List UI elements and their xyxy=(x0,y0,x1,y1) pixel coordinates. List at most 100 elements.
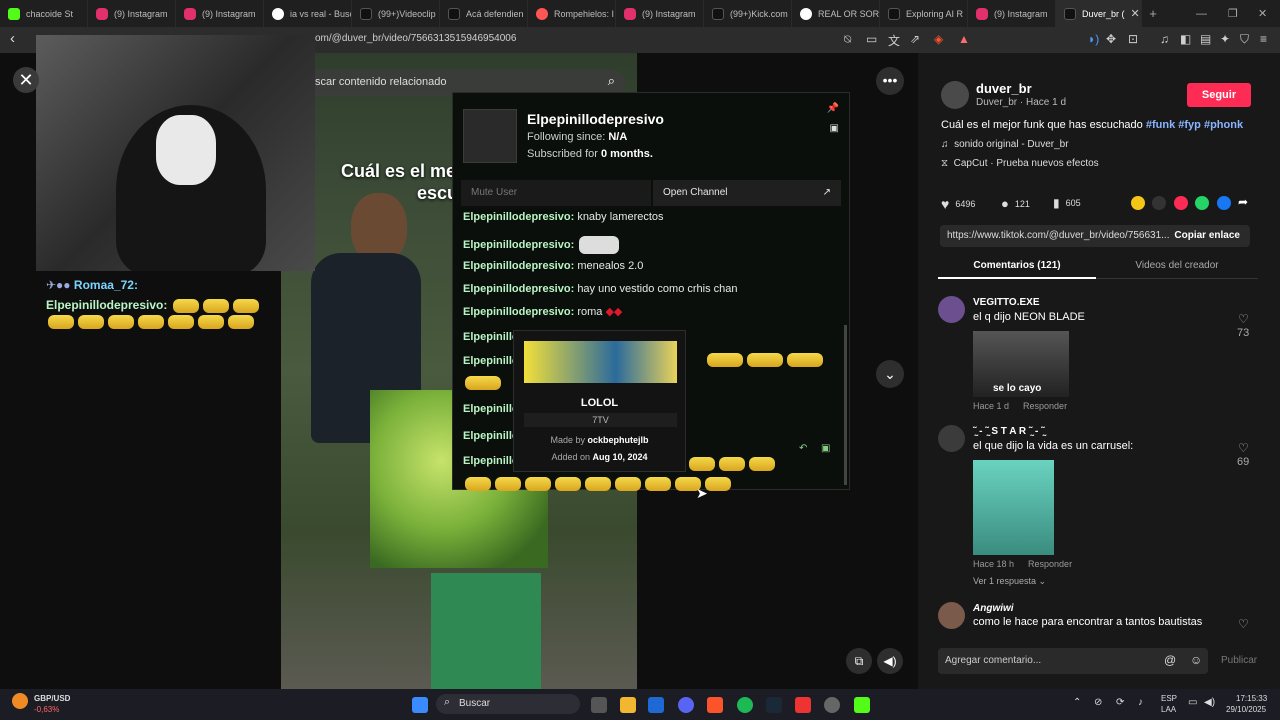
sync-icon[interactable]: ⟳ xyxy=(1116,697,1124,708)
pip-icon[interactable]: ⧉ xyxy=(846,648,872,674)
avatar[interactable] xyxy=(941,81,969,109)
avatar[interactable] xyxy=(938,296,965,323)
back-icon[interactable]: ‹ xyxy=(10,30,15,47)
app-icon[interactable] xyxy=(795,697,811,713)
comment-image[interactable] xyxy=(973,460,1054,555)
mention-icon[interactable]: @ xyxy=(1164,653,1176,667)
tab-creator-videos[interactable]: Videos del creador xyxy=(1098,260,1256,271)
comment-author[interactable]: ˜̰ - ˜̰ S T A R ˜̰ - ˜̰ xyxy=(973,426,1044,437)
copy-link-button[interactable]: Copiar enlace xyxy=(1174,230,1240,241)
tab-10[interactable]: Exploring AI R xyxy=(880,0,968,27)
creator-username[interactable]: duver_br xyxy=(976,81,1032,96)
more-icon[interactable]: ••• xyxy=(876,67,904,95)
popup-username[interactable]: Elpepinillodepresivo xyxy=(527,111,664,127)
mic-icon[interactable]: ♪ xyxy=(1138,697,1143,708)
extensions-icon[interactable]: ✥ xyxy=(1106,32,1116,46)
mute-user-button[interactable]: Mute User xyxy=(461,180,651,206)
tab-2[interactable]: (9) Instagram xyxy=(176,0,264,27)
brave-rewards-icon[interactable]: ▲ xyxy=(958,32,970,46)
chat-user-pepinillo[interactable]: Elpepinillodepresivo: xyxy=(46,298,167,312)
menu-icon[interactable]: ≡ xyxy=(1260,32,1267,46)
discord-icon[interactable] xyxy=(678,697,694,713)
video-link[interactable]: https://www.tiktok.com/@duver_br/video/7… xyxy=(947,230,1173,241)
tab-1[interactable]: (9) Instagram xyxy=(88,0,176,27)
bing-icon[interactable] xyxy=(648,697,664,713)
share-arrow-icon[interactable]: ➦ xyxy=(1238,195,1248,209)
close-window-icon[interactable]: ✕ xyxy=(1258,0,1267,27)
network-icon[interactable]: ⊘ xyxy=(1094,697,1102,708)
url-field[interactable]: om/@duver_br/video/7566313515946954006 xyxy=(315,33,516,44)
pin-icon[interactable]: 📌 xyxy=(827,103,839,114)
tab-8[interactable]: (99+)Kick.com xyxy=(704,0,792,27)
reader-icon[interactable]: ⍉ xyxy=(844,32,851,47)
cast-icon[interactable]: ▭ xyxy=(866,32,877,46)
comment-input[interactable]: Agregar comentario... @ ☺ xyxy=(938,648,1208,674)
view-replies[interactable]: Ver 1 respuesta ⌄ xyxy=(973,576,1046,587)
kick-icon[interactable] xyxy=(854,697,870,713)
avatar[interactable] xyxy=(938,602,965,629)
like-stat[interactable]: ♥ 6496 xyxy=(941,196,975,212)
volume-icon[interactable]: ◀) xyxy=(877,648,903,674)
tab-3[interactable]: ia vs real - Busc xyxy=(264,0,352,27)
leo-ai-icon[interactable]: ✦ xyxy=(1220,32,1230,46)
obs-icon[interactable] xyxy=(824,697,840,713)
translate-icon[interactable]: 文 xyxy=(888,32,900,49)
media-icon[interactable]: ♫ xyxy=(1160,32,1169,46)
search-icon[interactable]: ⌕ xyxy=(608,73,615,89)
embed-icon[interactable] xyxy=(1152,196,1166,210)
emoji-icon[interactable]: ☺ xyxy=(1190,653,1202,667)
follow-button[interactable]: Seguir xyxy=(1187,83,1251,107)
tab-5[interactable]: Acá defendien xyxy=(440,0,528,27)
tab-0[interactable]: chacoide St xyxy=(0,0,88,27)
chevron-down-icon[interactable]: ⌄ xyxy=(876,360,904,388)
task-view-icon[interactable] xyxy=(591,697,607,713)
tab-12-active[interactable]: Duver_br (✕ xyxy=(1056,0,1142,27)
comment-stat[interactable]: ● 121 xyxy=(1001,196,1030,211)
reply-button[interactable]: Responder xyxy=(1028,559,1072,569)
comment-author[interactable]: VEGITTO.EXE xyxy=(973,297,1040,308)
save-stat[interactable]: ▮ 605 xyxy=(1053,196,1081,210)
maximize-icon[interactable]: ❐ xyxy=(1228,0,1238,27)
screenshot-icon[interactable]: ⊡ xyxy=(1128,32,1138,46)
minimize-icon[interactable]: — xyxy=(1196,0,1207,27)
whatsapp-icon[interactable] xyxy=(1195,196,1209,210)
avatar[interactable] xyxy=(938,425,965,452)
hashtag[interactable]: #funk xyxy=(1146,119,1175,131)
tab-7[interactable]: (9) Instagram xyxy=(616,0,704,27)
chat-user-romaa[interactable]: Romaa_72: xyxy=(74,278,138,292)
file-explorer-icon[interactable] xyxy=(620,697,636,713)
publish-button[interactable]: Publicar xyxy=(1221,655,1257,666)
copy-message-icon[interactable]: ▣ xyxy=(821,443,830,454)
vpn-icon[interactable]: ⛉ xyxy=(1240,32,1249,47)
reply-button[interactable]: Responder xyxy=(1023,401,1067,411)
new-tab-icon[interactable]: + xyxy=(1142,6,1164,21)
tab-6[interactable]: Rompehielos: I xyxy=(528,0,616,27)
scrollbar[interactable] xyxy=(844,325,847,485)
tab-9[interactable]: REAL OR SORA xyxy=(792,0,880,27)
copy-icon[interactable]: ▣ xyxy=(830,123,839,134)
heart-icon[interactable]: ♡ xyxy=(1238,312,1249,326)
hashtag[interactable]: #phonk xyxy=(1204,119,1243,131)
heart-icon[interactable]: ♡ xyxy=(1238,441,1249,455)
hashtag[interactable]: #fyp xyxy=(1178,119,1201,131)
close-icon[interactable]: ✕ xyxy=(13,67,39,93)
heart-icon[interactable]: ♡ xyxy=(1238,617,1249,631)
tab-11[interactable]: (9) Instagram xyxy=(968,0,1056,27)
display-icon[interactable]: ▭ xyxy=(1188,697,1197,708)
chevron-up-icon[interactable]: ⌃ xyxy=(1073,697,1081,708)
steam-icon[interactable] xyxy=(766,697,782,713)
audio-icon[interactable]: ◗) xyxy=(1088,32,1099,46)
sidebar-icon[interactable]: ◧ xyxy=(1180,32,1191,46)
facebook-icon[interactable] xyxy=(1217,196,1231,210)
capcut-line[interactable]: ⧖ CapCut · Prueba nuevos efectos xyxy=(941,158,1099,169)
reply-icon[interactable]: ↶ xyxy=(799,443,807,454)
share-icon[interactable]: ⇗ xyxy=(910,32,920,46)
brave-icon[interactable] xyxy=(707,697,723,713)
sound-line[interactable]: ♫ sonido original - Duver_br xyxy=(941,139,1069,150)
tab-comments[interactable]: Comentarios (121) xyxy=(938,260,1096,279)
comment-image[interactable]: se lo cayo xyxy=(973,331,1069,397)
coin-icon[interactable] xyxy=(1131,196,1145,210)
volume-icon[interactable]: ◀) xyxy=(1204,697,1215,708)
taskbar-search[interactable]: ⌕ Buscar xyxy=(436,694,580,714)
open-channel-button[interactable]: Open Channel ↗ xyxy=(653,180,841,206)
